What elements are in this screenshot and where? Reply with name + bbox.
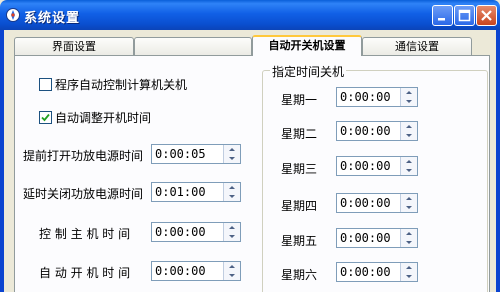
spin-arrows-icon[interactable] bbox=[400, 194, 417, 212]
auto-poweron-time-label: 自 动 开 机 时 间 bbox=[39, 266, 131, 280]
tab-label: 自动开关机设置 bbox=[268, 39, 346, 52]
time-value: 0:00:00 bbox=[340, 124, 391, 138]
time-value: 0:01:00 bbox=[155, 185, 206, 199]
window-title: 系统设置 bbox=[24, 11, 81, 26]
time-value: 0:00:00 bbox=[340, 265, 391, 279]
title-bar[interactable]: 系统设置 bbox=[0, 0, 500, 30]
window-border-right bbox=[496, 30, 500, 292]
time-value: 0:00:00 bbox=[155, 225, 206, 239]
spin-arrows-icon[interactable] bbox=[400, 157, 417, 175]
spin-arrows-icon[interactable] bbox=[223, 145, 240, 163]
shutdown-time-wed[interactable]: 0:00:00 bbox=[336, 156, 418, 176]
tab-label: 界面设置 bbox=[52, 40, 96, 53]
minimize-button[interactable] bbox=[432, 5, 453, 26]
time-value: 0:00:00 bbox=[340, 231, 391, 245]
maximize-icon bbox=[458, 9, 471, 22]
amp-on-advance-time[interactable]: 0:00:05 bbox=[151, 144, 241, 164]
time-value: 0:00:00 bbox=[340, 90, 391, 104]
shutdown-time-fri[interactable]: 0:00:00 bbox=[336, 228, 418, 248]
day-label-fri: 星期五 bbox=[281, 234, 318, 248]
tab-blank[interactable] bbox=[134, 37, 252, 55]
auto-poweron-checkbox[interactable] bbox=[39, 111, 52, 124]
spin-arrows-icon[interactable] bbox=[223, 223, 240, 241]
host-control-time-label: 控 制 主 机 时 间 bbox=[39, 227, 131, 241]
spin-arrows-icon[interactable] bbox=[400, 263, 417, 281]
auto-poweron-label: 自动调整开机时间 bbox=[55, 111, 152, 125]
shutdown-time-tue[interactable]: 0:00:00 bbox=[336, 121, 418, 141]
amp-on-advance-label: 提前打开功放电源时间 bbox=[23, 149, 144, 163]
time-value: 0:00:00 bbox=[340, 196, 391, 210]
tab-interface[interactable]: 界面设置 bbox=[14, 37, 134, 55]
host-control-time[interactable]: 0:00:00 bbox=[151, 222, 241, 242]
maximize-button[interactable] bbox=[454, 5, 475, 26]
tab-label: 通信设置 bbox=[395, 40, 439, 53]
shutdown-time-sat[interactable]: 0:00:00 bbox=[336, 262, 418, 282]
time-value: 0:00:05 bbox=[155, 147, 206, 161]
shutdown-time-thu[interactable]: 0:00:00 bbox=[336, 193, 418, 213]
auto-poweron-time[interactable]: 0:00:00 bbox=[151, 261, 241, 281]
day-label-mon: 星期一 bbox=[281, 93, 318, 107]
spin-arrows-icon[interactable] bbox=[400, 229, 417, 247]
day-label-thu: 星期四 bbox=[281, 199, 318, 213]
settings-window: 系统设置 界面设置 自动开关机设置 通信设置 程序自动控制计算机关机 自动调整开… bbox=[0, 0, 500, 292]
close-button[interactable] bbox=[476, 5, 497, 26]
shutdown-time-mon[interactable]: 0:00:00 bbox=[336, 87, 418, 107]
day-label-sat: 星期六 bbox=[281, 268, 318, 282]
spin-arrows-icon[interactable] bbox=[223, 262, 240, 280]
tab-strip: 界面设置 自动开关机设置 通信设置 bbox=[14, 35, 494, 56]
day-label-tue: 星期二 bbox=[281, 127, 318, 141]
check-icon bbox=[41, 113, 50, 122]
spin-arrows-icon[interactable] bbox=[400, 122, 417, 140]
spin-arrows-icon[interactable] bbox=[400, 88, 417, 106]
minimize-icon bbox=[438, 18, 445, 21]
auto-shutdown-checkbox[interactable] bbox=[39, 78, 52, 91]
time-value: 0:00:00 bbox=[155, 264, 206, 278]
app-icon bbox=[5, 7, 21, 23]
close-icon bbox=[481, 10, 492, 21]
tab-auto-power[interactable]: 自动开关机设置 bbox=[252, 35, 362, 56]
spin-arrows-icon[interactable] bbox=[223, 183, 240, 201]
scheduled-shutdown-title: 指定时间关机 bbox=[270, 63, 347, 80]
tab-communication[interactable]: 通信设置 bbox=[362, 37, 472, 55]
auto-shutdown-label: 程序自动控制计算机关机 bbox=[55, 78, 188, 92]
time-value: 0:00:00 bbox=[340, 159, 391, 173]
amp-off-delay-label: 延时关闭功放电源时间 bbox=[23, 187, 144, 201]
amp-off-delay-time[interactable]: 0:01:00 bbox=[151, 182, 241, 202]
day-label-wed: 星期三 bbox=[281, 162, 318, 176]
